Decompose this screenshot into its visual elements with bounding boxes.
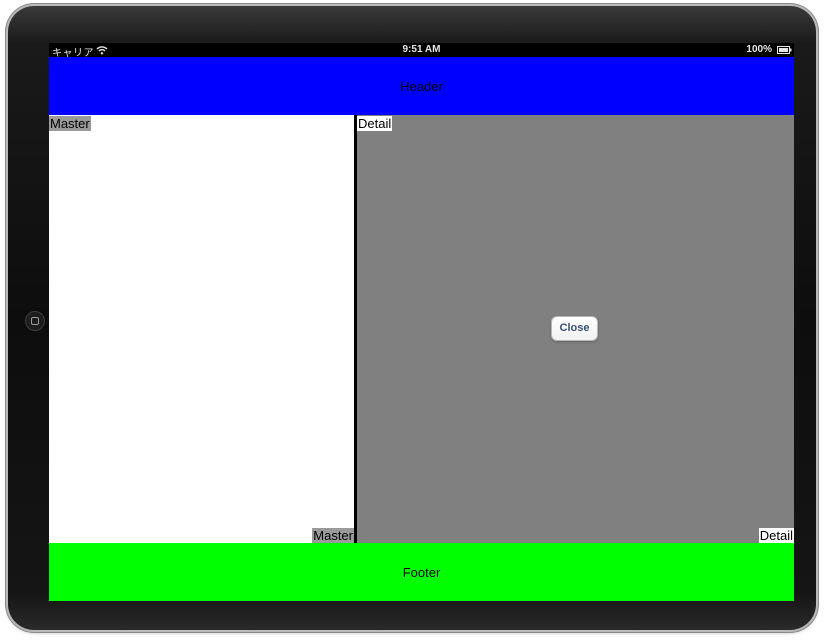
footer-title: Footer xyxy=(402,565,441,580)
header-bar: Header xyxy=(49,57,794,115)
master-top-label: Master xyxy=(49,116,91,131)
footer-bar: Footer xyxy=(49,543,794,601)
home-button-icon[interactable] xyxy=(25,311,45,331)
ipad-device-frame: キャリア 9:51 AM 100% Header Master Master D… xyxy=(8,6,816,630)
header-title: Header xyxy=(400,79,443,94)
screen: キャリア 9:51 AM 100% Header Master Master D… xyxy=(49,43,794,601)
master-bottom-label: Master xyxy=(312,528,354,543)
close-button[interactable]: Close xyxy=(551,316,598,341)
detail-bottom-label: Detail xyxy=(758,528,794,543)
detail-top-label: Detail xyxy=(357,116,393,131)
status-time: 9:51 AM xyxy=(402,44,441,55)
battery-icon xyxy=(777,46,792,54)
master-pane: Master Master xyxy=(49,115,354,543)
battery-percentage: 100% xyxy=(746,44,772,55)
status-bar: キャリア 9:51 AM 100% xyxy=(49,43,794,59)
detail-pane: Detail Close Detail xyxy=(357,115,794,543)
